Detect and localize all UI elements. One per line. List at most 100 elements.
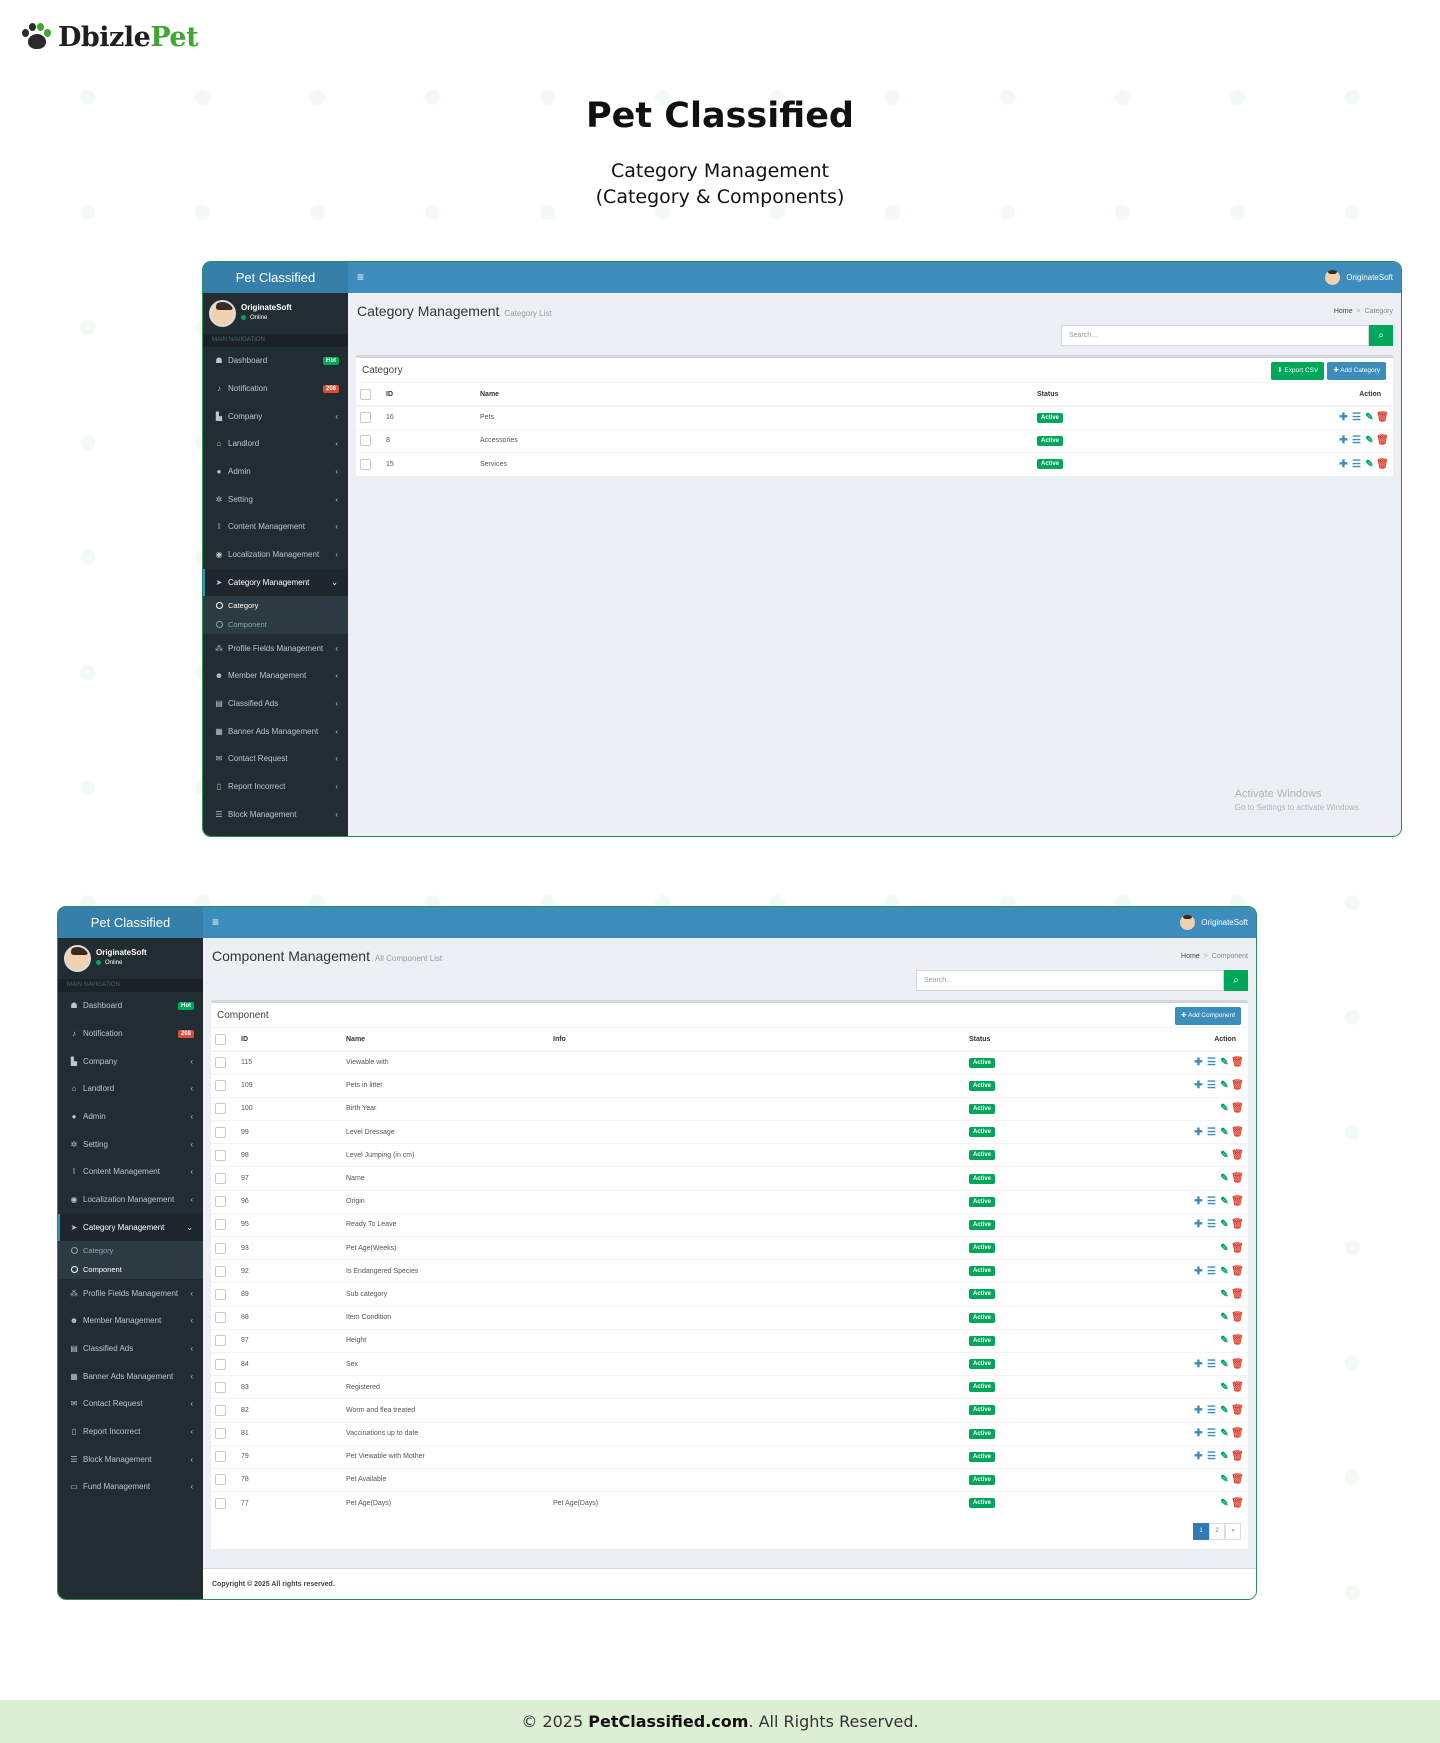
edit-icon[interactable]: ✎	[1363, 435, 1376, 446]
column-header-name[interactable]: Name	[342, 1028, 549, 1052]
sidebar-item-content-management[interactable]: I Content Management ‹	[58, 1158, 203, 1186]
delete-icon[interactable]: 🗑	[1231, 1219, 1244, 1230]
delete-icon[interactable]: 🗑	[1231, 1498, 1244, 1509]
row-checkbox[interactable]	[215, 1057, 226, 1069]
row-checkbox[interactable]	[215, 1404, 226, 1416]
sidebar-item-landlord[interactable]: ⌂ Landlord ‹	[203, 430, 348, 458]
list-icon[interactable]: ☰	[1350, 412, 1363, 423]
app-brand[interactable]: Pet Classified	[58, 907, 203, 938]
sidebar-item-localization-management[interactable]: ◉ Localization Management ‹	[58, 1186, 203, 1214]
sidebar-subitem-component[interactable]: Component	[203, 615, 348, 634]
add-icon[interactable]: ✚	[1337, 412, 1350, 423]
sidebar-subitem-category[interactable]: Category	[203, 596, 348, 615]
sidebar-item-profile-fields-management[interactable]: ⁂ Profile Fields Management ‹	[203, 634, 348, 662]
sidebar-item-notification[interactable]: ♪ Notification 208	[203, 375, 348, 403]
delete-icon[interactable]: 🗑	[1231, 1057, 1244, 1068]
edit-icon[interactable]: ✎	[1218, 1359, 1231, 1370]
sidebar-item-member-management[interactable]: ☻ Member Management ‹	[203, 662, 348, 690]
column-header-status[interactable]: Status	[1033, 383, 1164, 407]
edit-icon[interactable]: ✎	[1218, 1498, 1231, 1509]
row-checkbox[interactable]	[215, 1312, 226, 1324]
list-icon[interactable]: ☰	[1205, 1127, 1218, 1138]
list-icon[interactable]: ☰	[1205, 1428, 1218, 1439]
select-all-checkbox[interactable]	[360, 388, 371, 400]
add-icon[interactable]: ✚	[1192, 1080, 1205, 1091]
list-icon[interactable]: ☰	[1350, 435, 1363, 446]
edit-icon[interactable]: ✎	[1218, 1080, 1231, 1091]
edit-icon[interactable]: ✎	[1218, 1127, 1231, 1138]
add-icon[interactable]: ✚	[1192, 1451, 1205, 1462]
add-icon[interactable]: ✚	[1192, 1127, 1205, 1138]
row-checkbox[interactable]	[215, 1126, 226, 1138]
sidebar-item-dashboard[interactable]: ☗ Dashboard Hot	[58, 992, 203, 1020]
sidebar-item-block-management[interactable]: ☰ Block Management ‹	[58, 1445, 203, 1473]
row-checkbox[interactable]	[215, 1265, 226, 1277]
delete-icon[interactable]: 🗑	[1376, 412, 1389, 423]
delete-icon[interactable]: 🗑	[1231, 1382, 1244, 1393]
column-header-id[interactable]: ID	[237, 1028, 342, 1052]
row-checkbox[interactable]	[360, 412, 371, 424]
delete-icon[interactable]: 🗑	[1231, 1266, 1244, 1277]
sidebar-item-banner-ads-management[interactable]: ▦ Banner Ads Management ‹	[203, 717, 348, 745]
sidebar-item-company[interactable]: ▙ Company ‹	[58, 1047, 203, 1075]
delete-icon[interactable]: 🗑	[1231, 1196, 1244, 1207]
list-icon[interactable]: ☰	[1205, 1451, 1218, 1462]
row-checkbox[interactable]	[215, 1335, 226, 1347]
sidebar-subitem-component[interactable]: Component	[58, 1260, 203, 1279]
search-input[interactable]: Search...	[916, 970, 1224, 991]
edit-icon[interactable]: ✎	[1218, 1451, 1231, 1462]
hamburger-icon[interactable]: ≡	[357, 262, 364, 293]
top-user-menu[interactable]: OriginateSoft	[1325, 262, 1393, 293]
delete-icon[interactable]: 🗑	[1231, 1289, 1244, 1300]
edit-icon[interactable]: ✎	[1218, 1335, 1231, 1346]
column-header-name[interactable]: Name	[476, 383, 1033, 407]
add-component-button[interactable]: ✚ Add Component	[1175, 1007, 1241, 1025]
row-checkbox[interactable]	[215, 1497, 226, 1509]
delete-icon[interactable]: 🗑	[1231, 1080, 1244, 1091]
list-icon[interactable]: ☰	[1205, 1359, 1218, 1370]
edit-icon[interactable]: ✎	[1218, 1243, 1231, 1254]
sidebar-item-fund-management[interactable]: ▭ Fund Management ‹	[58, 1473, 203, 1501]
delete-icon[interactable]: 🗑	[1231, 1405, 1244, 1416]
row-checkbox[interactable]	[215, 1103, 226, 1115]
sidebar-item-dashboard[interactable]: ☗ Dashboard Hot	[203, 347, 348, 375]
row-checkbox[interactable]	[215, 1242, 226, 1254]
row-checkbox[interactable]	[215, 1474, 226, 1486]
sidebar-item-block-management[interactable]: ☰ Block Management ‹	[203, 800, 348, 828]
row-checkbox[interactable]	[215, 1080, 226, 1092]
column-header-status[interactable]: Status	[965, 1028, 1068, 1052]
row-checkbox[interactable]	[215, 1173, 226, 1185]
column-header-id[interactable]: ID	[382, 383, 476, 407]
sidebar-item-contact-request[interactable]: ✉ Contact Request ‹	[203, 745, 348, 773]
select-all-checkbox[interactable]	[215, 1033, 226, 1045]
row-checkbox[interactable]	[215, 1428, 226, 1440]
hamburger-icon[interactable]: ≡	[212, 907, 219, 938]
sidebar-item-admin[interactable]: ● Admin ‹	[203, 458, 348, 486]
edit-icon[interactable]: ✎	[1218, 1382, 1231, 1393]
sidebar-item-company[interactable]: ▙ Company ‹	[203, 402, 348, 430]
add-icon[interactable]: ✚	[1337, 459, 1350, 470]
sidebar-item-setting[interactable]: ✲ Setting ‹	[203, 485, 348, 513]
search-input[interactable]: Search...	[1061, 325, 1369, 346]
sidebar-item-landlord[interactable]: ⌂ Landlord ‹	[58, 1075, 203, 1103]
delete-icon[interactable]: 🗑	[1376, 459, 1389, 470]
sidebar-item-classified-ads[interactable]: ▤ Classified Ads ‹	[203, 690, 348, 718]
sidebar-item-classified-ads[interactable]: ▤ Classified Ads ‹	[58, 1335, 203, 1363]
page-button-2[interactable]: 2	[1209, 1522, 1225, 1540]
row-checkbox[interactable]	[215, 1219, 226, 1231]
add-icon[interactable]: ✚	[1192, 1359, 1205, 1370]
list-icon[interactable]: ☰	[1205, 1057, 1218, 1068]
export-csv-button[interactable]: ⬇ Export CSV	[1271, 362, 1325, 380]
sidebar-item-category-management[interactable]: ➤ Category Management ⌄	[58, 1213, 203, 1242]
breadcrumb-home[interactable]: Home	[1181, 953, 1200, 960]
row-checkbox[interactable]	[215, 1358, 226, 1370]
page-button-1[interactable]: 1	[1193, 1522, 1209, 1540]
sidebar-item-member-management[interactable]: ☻ Member Management ‹	[58, 1307, 203, 1335]
add-icon[interactable]: ✚	[1192, 1196, 1205, 1207]
list-icon[interactable]: ☰	[1205, 1219, 1218, 1230]
add-category-button[interactable]: ✚ Add Category	[1327, 362, 1386, 380]
row-checkbox[interactable]	[360, 458, 371, 470]
list-icon[interactable]: ☰	[1205, 1080, 1218, 1091]
sidebar-item-admin[interactable]: ● Admin ‹	[58, 1103, 203, 1131]
delete-icon[interactable]: 🗑	[1231, 1335, 1244, 1346]
